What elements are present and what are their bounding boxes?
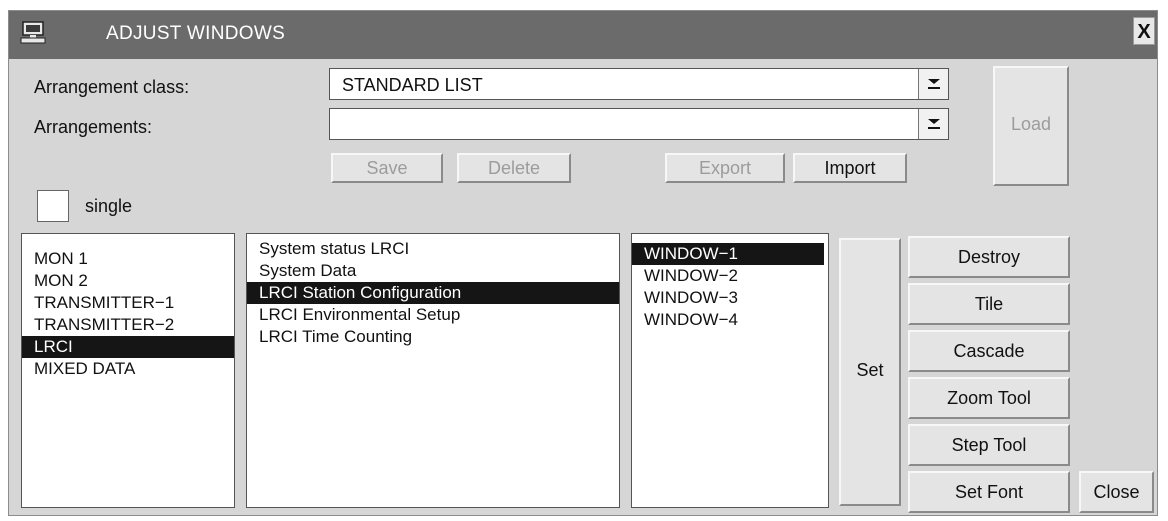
arrangements-label: Arrangements: bbox=[34, 117, 153, 137]
load-button[interactable]: Load bbox=[993, 66, 1069, 186]
zoom-tool-button[interactable]: Zoom Tool bbox=[908, 377, 1070, 419]
dropdown-arrow-icon[interactable] bbox=[918, 69, 948, 99]
display-list-item[interactable]: LRCI Time Counting bbox=[247, 326, 619, 348]
close-window-button[interactable]: X bbox=[1133, 17, 1155, 45]
window-list-item[interactable]: WINDOW−1 bbox=[632, 243, 824, 265]
monitor-icon bbox=[19, 19, 49, 47]
window-list-item[interactable]: WINDOW−3 bbox=[632, 287, 824, 309]
display-list-item[interactable]: LRCI Station Configuration bbox=[247, 282, 619, 304]
dialog-title: ADJUST WINDOWS bbox=[106, 23, 286, 44]
set-button[interactable]: Set bbox=[839, 238, 901, 506]
cascade-button[interactable]: Cascade bbox=[908, 330, 1070, 372]
arrangement-class-dropdown[interactable]: STANDARD LIST bbox=[329, 68, 949, 100]
display-list-item[interactable]: LRCI Environmental Setup bbox=[247, 304, 619, 326]
source-list-item[interactable]: TRANSMITTER−2 bbox=[22, 314, 234, 336]
arrangement-class-value: STANDARD LIST bbox=[342, 75, 483, 95]
display-list-item[interactable]: System Data bbox=[247, 260, 619, 282]
display-listbox[interactable]: System status LRCI System Data LRCI Statio… bbox=[246, 233, 620, 508]
title-bar: ADJUST WINDOWS X bbox=[9, 11, 1157, 59]
tile-button[interactable]: Tile bbox=[908, 283, 1070, 325]
destroy-button[interactable]: Destroy bbox=[908, 236, 1070, 278]
source-list-item[interactable]: LRCI bbox=[22, 336, 234, 358]
display-list-item[interactable]: System status LRCI bbox=[247, 238, 619, 260]
window-list: WINDOW−1 WINDOW−2 WINDOW−3 WINDOW−4 bbox=[632, 234, 828, 331]
window-list-item[interactable]: WINDOW−2 bbox=[632, 265, 824, 287]
delete-button[interactable]: Delete bbox=[457, 153, 571, 183]
source-list-item[interactable]: MON 1 bbox=[22, 248, 234, 270]
source-list-item[interactable]: MON 2 bbox=[22, 270, 234, 292]
arrangements-dropdown[interactable] bbox=[329, 108, 949, 140]
step-tool-button[interactable]: Step Tool bbox=[908, 424, 1070, 466]
window-list-item[interactable]: WINDOW−4 bbox=[632, 309, 824, 331]
set-font-button[interactable]: Set Font bbox=[908, 471, 1070, 513]
close-button[interactable]: Close bbox=[1079, 471, 1154, 513]
window-listbox[interactable]: WINDOW−1 WINDOW−2 WINDOW−3 WINDOW−4 bbox=[631, 233, 829, 508]
source-list: MON 1 MON 2 TRANSMITTER−1 TRANSMITTER−2 LRCI… bbox=[22, 234, 234, 380]
adjust-windows-dialog: ADJUST WINDOWS X Arrangement class: STAN… bbox=[8, 10, 1158, 516]
single-checkbox-label: single bbox=[85, 196, 133, 216]
source-list-item[interactable]: MIXED DATA bbox=[22, 358, 234, 380]
import-button[interactable]: Import bbox=[793, 153, 907, 183]
export-button[interactable]: Export bbox=[665, 153, 785, 183]
source-list-item[interactable]: TRANSMITTER−1 bbox=[22, 292, 234, 314]
dropdown-arrow-icon[interactable] bbox=[918, 109, 948, 139]
source-listbox[interactable]: MON 1 MON 2 TRANSMITTER−1 TRANSMITTER−2 LRCI… bbox=[21, 233, 235, 508]
single-checkbox[interactable] bbox=[37, 190, 69, 222]
display-list: System status LRCI System Data LRCI Statio… bbox=[247, 234, 619, 348]
arrangement-class-label: Arrangement class: bbox=[34, 77, 190, 97]
save-button[interactable]: Save bbox=[331, 153, 443, 183]
